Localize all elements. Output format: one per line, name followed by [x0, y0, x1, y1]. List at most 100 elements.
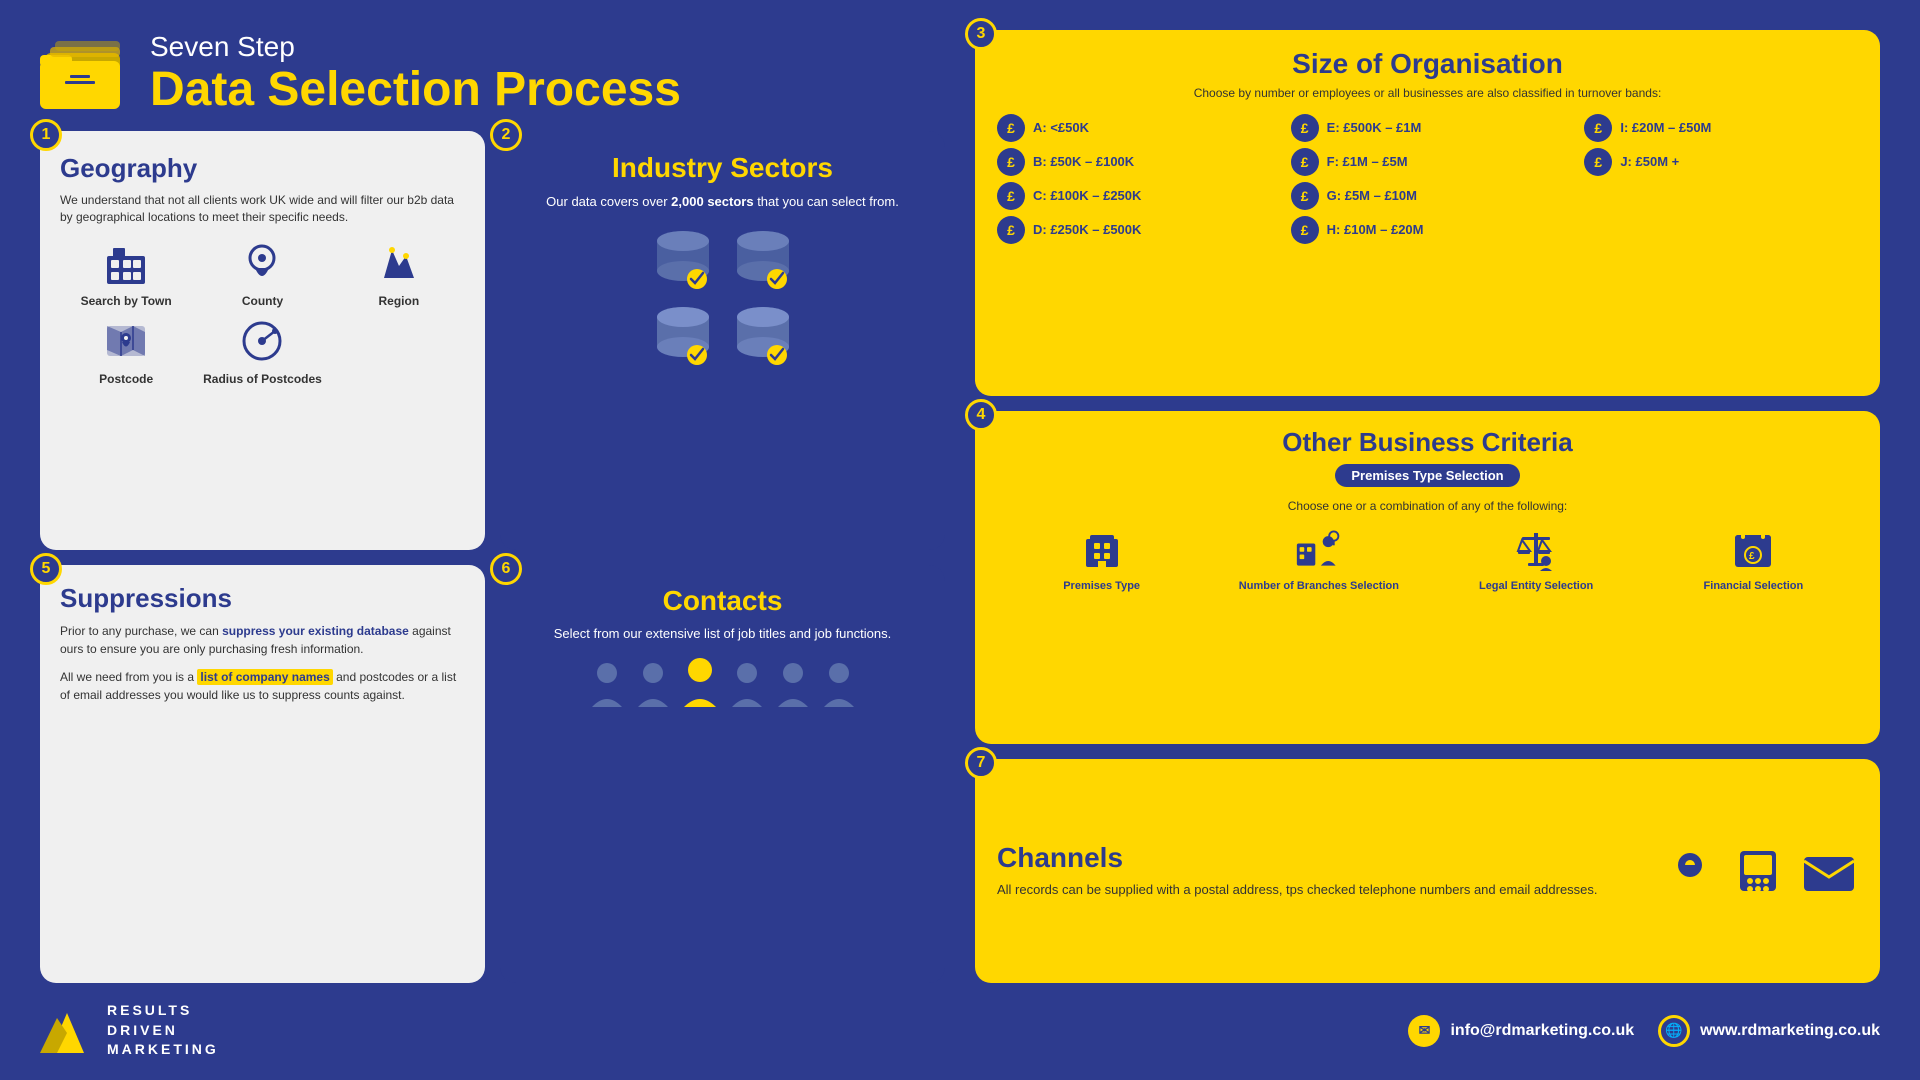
email-icon — [1800, 845, 1858, 897]
band-c-label: C: £100K – £250K — [1033, 188, 1141, 203]
band-f-label: F: £1M – £5M — [1327, 154, 1408, 169]
band-g-label: G: £5M – £10M — [1327, 188, 1417, 203]
header: Seven Step Data Selection Process — [40, 30, 960, 131]
step6-badge: 6 — [490, 553, 522, 585]
band-b-label: B: £50K – £100K — [1033, 154, 1134, 169]
band-b: £ B: £50K – £100K — [997, 148, 1271, 176]
pound-icon: £ — [997, 148, 1025, 176]
globe-icon: 🌐 — [1658, 1015, 1690, 1047]
building-icon — [1078, 525, 1126, 573]
person-icon-5 — [820, 659, 858, 711]
main-container: Seven Step Data Selection Process 3 Size… — [0, 0, 1920, 1080]
branches-icon — [1295, 525, 1343, 573]
brand-line-1: RESULTS — [107, 1001, 219, 1021]
step4-card: 4 Other Business Criteria Premises Type … — [975, 411, 1880, 744]
band-h: £ H: £10M – £20M — [1291, 216, 1565, 244]
database-icon-3 — [647, 303, 719, 371]
brand-text: RESULTS DRIVEN MARKETING — [107, 1001, 219, 1060]
step3-title: Size of Organisation — [997, 48, 1858, 80]
band-i-label: I: £20M – £50M — [1620, 120, 1711, 135]
header-subtitle: Seven Step — [150, 30, 681, 64]
location-icon — [1664, 845, 1716, 897]
geo-postcode-label: Postcode — [99, 372, 153, 386]
database-icon-2 — [727, 227, 799, 295]
band-a: £ A: <£50K — [997, 114, 1271, 142]
criteria-branches: Number of Branches Selection — [1214, 525, 1423, 593]
website-contact: 🌐 www.rdmarketing.co.uk — [1658, 1015, 1880, 1047]
turnover-grid: £ A: <£50K £ E: £500K – £1M £ I: £20M – … — [997, 114, 1858, 244]
pound-icon: £ — [1291, 114, 1319, 142]
band-i: £ I: £20M – £50M — [1584, 114, 1858, 142]
legal-icon — [1512, 525, 1560, 573]
step1-desc: We understand that not all clients work … — [60, 192, 465, 226]
step5-badge: 5 — [30, 553, 62, 585]
person-icon-1 — [588, 659, 626, 711]
band-d: £ D: £250K – £500K — [997, 216, 1271, 244]
band-h-label: H: £10M – £20M — [1327, 222, 1424, 237]
brand-line-3: MARKETING — [107, 1040, 219, 1060]
pound-icon: £ — [1291, 216, 1319, 244]
pound-icon: £ — [1291, 148, 1319, 176]
website-url: www.rdmarketing.co.uk — [1700, 1022, 1880, 1040]
step2-card: 2 Industry Sectors Our data covers over … — [500, 131, 945, 549]
people-icons — [588, 655, 858, 711]
telephone-icon — [1732, 845, 1784, 897]
step2-badge: 2 — [490, 119, 522, 151]
database-icons — [647, 227, 799, 371]
email-contact: ✉ info@rdmarketing.co.uk — [1408, 1015, 1634, 1047]
geo-search-by-town: Search by Town — [60, 238, 192, 308]
band-j-label: J: £50M + — [1620, 154, 1679, 169]
header-icon — [40, 33, 130, 113]
step7-title: Channels — [997, 842, 1644, 874]
financial-icon: £ — [1729, 525, 1777, 573]
criteria-financial-label: Financial Selection — [1704, 579, 1804, 593]
pound-icon: £ — [997, 114, 1025, 142]
step4-subdesc: Choose one or a combination of any of th… — [997, 499, 1858, 513]
band-j: £ J: £50M + — [1584, 148, 1858, 176]
step2-desc: Our data covers over 2,000 sectors that … — [546, 193, 899, 211]
step6-desc: Select from our extensive list of job ti… — [554, 625, 891, 643]
criteria-branches-label: Number of Branches Selection — [1239, 579, 1399, 593]
brand: RESULTS DRIVEN MARKETING — [40, 1001, 219, 1060]
band-g: £ G: £5M – £10M — [1291, 182, 1565, 210]
pound-icon: £ — [997, 216, 1025, 244]
postcode-icon — [101, 316, 151, 366]
step6-title: Contacts — [663, 585, 783, 617]
person-icon-center — [680, 655, 720, 711]
step7-content: Channels All records can be supplied wit… — [997, 842, 1644, 900]
geo-radius: Radius of Postcodes — [196, 316, 328, 386]
pound-icon: £ — [997, 182, 1025, 210]
region-icon — [374, 238, 424, 288]
step3-badge: 3 — [965, 18, 997, 50]
person-icon-4 — [774, 659, 812, 711]
step5-title: Suppressions — [60, 583, 465, 614]
criteria-grid: Premises Type — [997, 525, 1858, 593]
step4-badge: 4 — [965, 399, 997, 431]
geo-county-label: County — [242, 294, 283, 308]
channel-icons — [1664, 845, 1858, 897]
contact-info: ✉ info@rdmarketing.co.uk 🌐 www.rdmarketi… — [1408, 1015, 1880, 1047]
person-icon-2 — [634, 659, 672, 711]
brand-line-2: DRIVEN — [107, 1021, 219, 1041]
premises-badge: Premises Type Selection — [1335, 464, 1519, 487]
criteria-financial: £ Financial Selection — [1649, 525, 1858, 593]
step1-card: 1 Geography We understand that not all c… — [40, 131, 485, 549]
band-d-label: D: £250K – £500K — [1033, 222, 1141, 237]
header-text: Seven Step Data Selection Process — [150, 30, 681, 116]
county-icon — [237, 238, 287, 288]
header-title: Data Selection Process — [150, 64, 681, 117]
criteria-legal: Legal Entity Selection — [1432, 525, 1641, 593]
pound-icon: £ — [1584, 148, 1612, 176]
svg-text:£: £ — [1749, 551, 1755, 562]
criteria-premises-label: Premises Type — [1063, 579, 1140, 593]
step6-card: 6 Contacts Select from our extensive lis… — [500, 565, 945, 983]
geo-region: Region — [333, 238, 465, 308]
brand-logo-icon — [40, 1008, 95, 1053]
step4-title: Other Business Criteria — [997, 427, 1858, 458]
geo-radius-label: Radius of Postcodes — [203, 372, 322, 386]
band-e: £ E: £500K – £1M — [1291, 114, 1565, 142]
right-column: 3 Size of Organisation Choose by number … — [960, 30, 1880, 993]
criteria-premises: Premises Type — [997, 525, 1206, 593]
step2-title: Industry Sectors — [612, 151, 833, 185]
band-e-label: E: £500K – £1M — [1327, 120, 1422, 135]
